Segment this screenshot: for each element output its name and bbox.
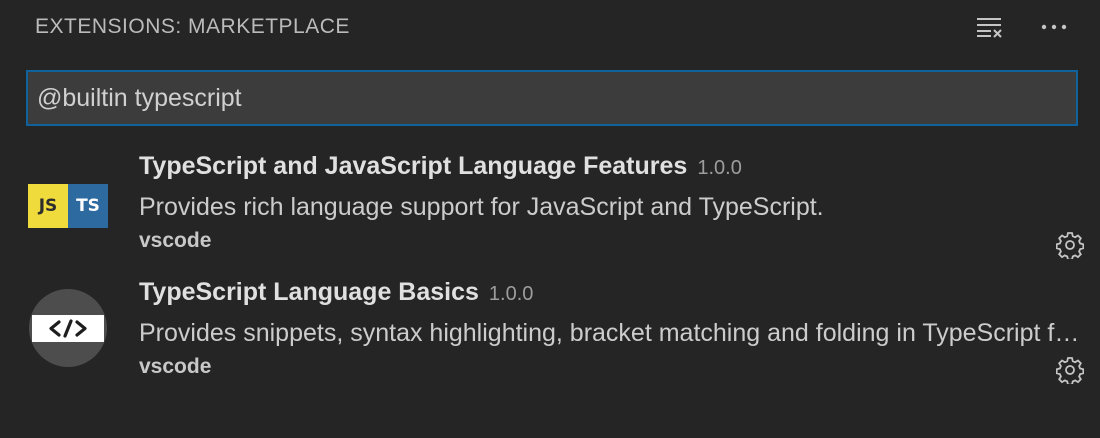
more-actions-icon: [1041, 24, 1067, 30]
js-ts-logo-icon: JS TS: [28, 184, 108, 228]
manage-extension-button[interactable]: [1054, 354, 1086, 386]
extension-header: TypeScript Language Basics 1.0.0: [139, 278, 533, 307]
extensions-search-box[interactable]: [26, 70, 1078, 126]
manage-extension-button[interactable]: [1054, 229, 1086, 261]
ts-badge: TS: [68, 184, 108, 228]
extension-header: TypeScript and JavaScript Language Featu…: [139, 152, 742, 181]
extension-description: Provides rich language support for JavaS…: [139, 193, 824, 221]
view-title: EXTENSIONS: MARKETPLACE: [35, 15, 350, 38]
extension-version: 1.0.0: [488, 283, 534, 305]
view-header: EXTENSIONS: MARKETPLACE: [0, 0, 1100, 56]
clear-search-results-button[interactable]: [970, 10, 1010, 44]
extension-description: Provides snippets, syntax highlighting, …: [139, 319, 1084, 347]
extension-list-item[interactable]: JS TS TypeScript and JavaScript Language…: [0, 146, 1100, 266]
extension-name: TypeScript Language Basics: [139, 278, 479, 306]
extension-version: 1.0.0: [697, 157, 742, 179]
extension-name: TypeScript and JavaScript Language Featu…: [139, 152, 688, 180]
extension-list-item[interactable]: TypeScript Language Basics 1.0.0 Provides…: [0, 272, 1100, 392]
gear-icon: [1056, 357, 1084, 384]
gear-icon: [1056, 232, 1084, 259]
search-input[interactable]: [28, 72, 1076, 124]
clear-results-icon: [977, 18, 1002, 38]
more-actions-button[interactable]: [1034, 10, 1074, 44]
extension-publisher: vscode: [139, 229, 212, 252]
extension-publisher: vscode: [139, 355, 212, 378]
code-brackets-icon: [28, 288, 108, 368]
js-badge: JS: [28, 184, 68, 228]
